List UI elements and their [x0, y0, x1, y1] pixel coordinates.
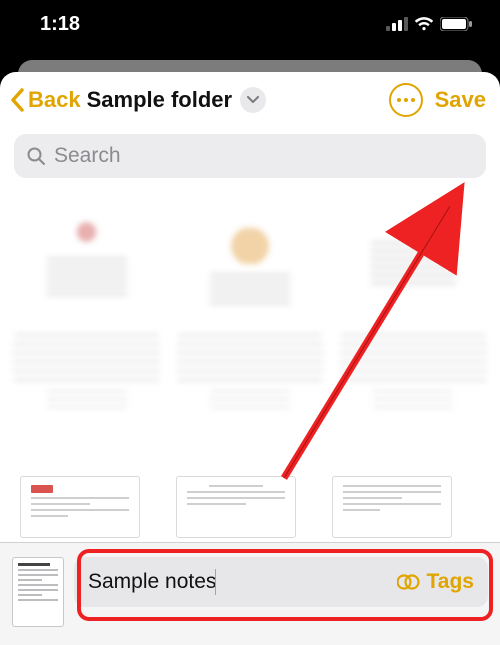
save-button[interactable]: Save — [435, 87, 486, 113]
back-button[interactable]: Back — [8, 87, 81, 113]
note-title — [177, 334, 324, 382]
page-thumbnail[interactable] — [332, 476, 452, 538]
status-bar: 1:18 — [0, 0, 500, 48]
battery-icon — [440, 17, 472, 31]
page-title: Sample folder — [87, 87, 232, 113]
ellipsis-icon — [397, 98, 415, 102]
text-caret — [215, 569, 216, 595]
chevron-left-icon — [8, 87, 28, 113]
document-preview-thumbnail[interactable] — [12, 557, 64, 627]
note-thumbnail — [20, 198, 153, 318]
tags-icon — [397, 573, 421, 591]
tags-button[interactable]: Tags — [397, 570, 474, 594]
page-thumbnail[interactable] — [176, 476, 296, 538]
search-icon — [26, 146, 46, 166]
page-thumbnail[interactable] — [20, 476, 140, 538]
modal-sheet: Back Sample folder Save Search — [0, 72, 500, 645]
cellular-icon — [386, 17, 408, 31]
bottom-toolbar: Sample notes Tags — [0, 542, 500, 645]
note-subtitle — [373, 390, 453, 408]
status-indicators — [386, 17, 472, 31]
note-card[interactable] — [183, 198, 316, 408]
navbar: Back Sample folder Save — [0, 72, 500, 128]
status-time: 1:18 — [40, 13, 80, 36]
wifi-icon — [414, 17, 434, 31]
search-placeholder: Search — [54, 144, 121, 168]
notes-grid — [0, 188, 500, 508]
chevron-down-icon — [247, 96, 259, 104]
note-subtitle — [210, 390, 290, 408]
note-name-input[interactable]: Sample notes Tags — [74, 557, 488, 607]
note-card[interactable] — [347, 198, 480, 408]
note-name-value: Sample notes — [88, 570, 216, 594]
note-title — [13, 334, 160, 382]
note-thumbnail — [347, 198, 480, 318]
note-subtitle — [47, 390, 127, 408]
back-label: Back — [28, 87, 81, 113]
page-thumbnails-row — [0, 476, 500, 538]
more-options-button[interactable] — [389, 83, 423, 117]
note-card[interactable] — [20, 198, 153, 408]
note-title — [340, 334, 487, 382]
note-thumbnail — [183, 198, 316, 318]
search-input[interactable]: Search — [14, 134, 486, 178]
folder-dropdown-button[interactable] — [240, 87, 266, 113]
tags-label: Tags — [427, 570, 474, 594]
